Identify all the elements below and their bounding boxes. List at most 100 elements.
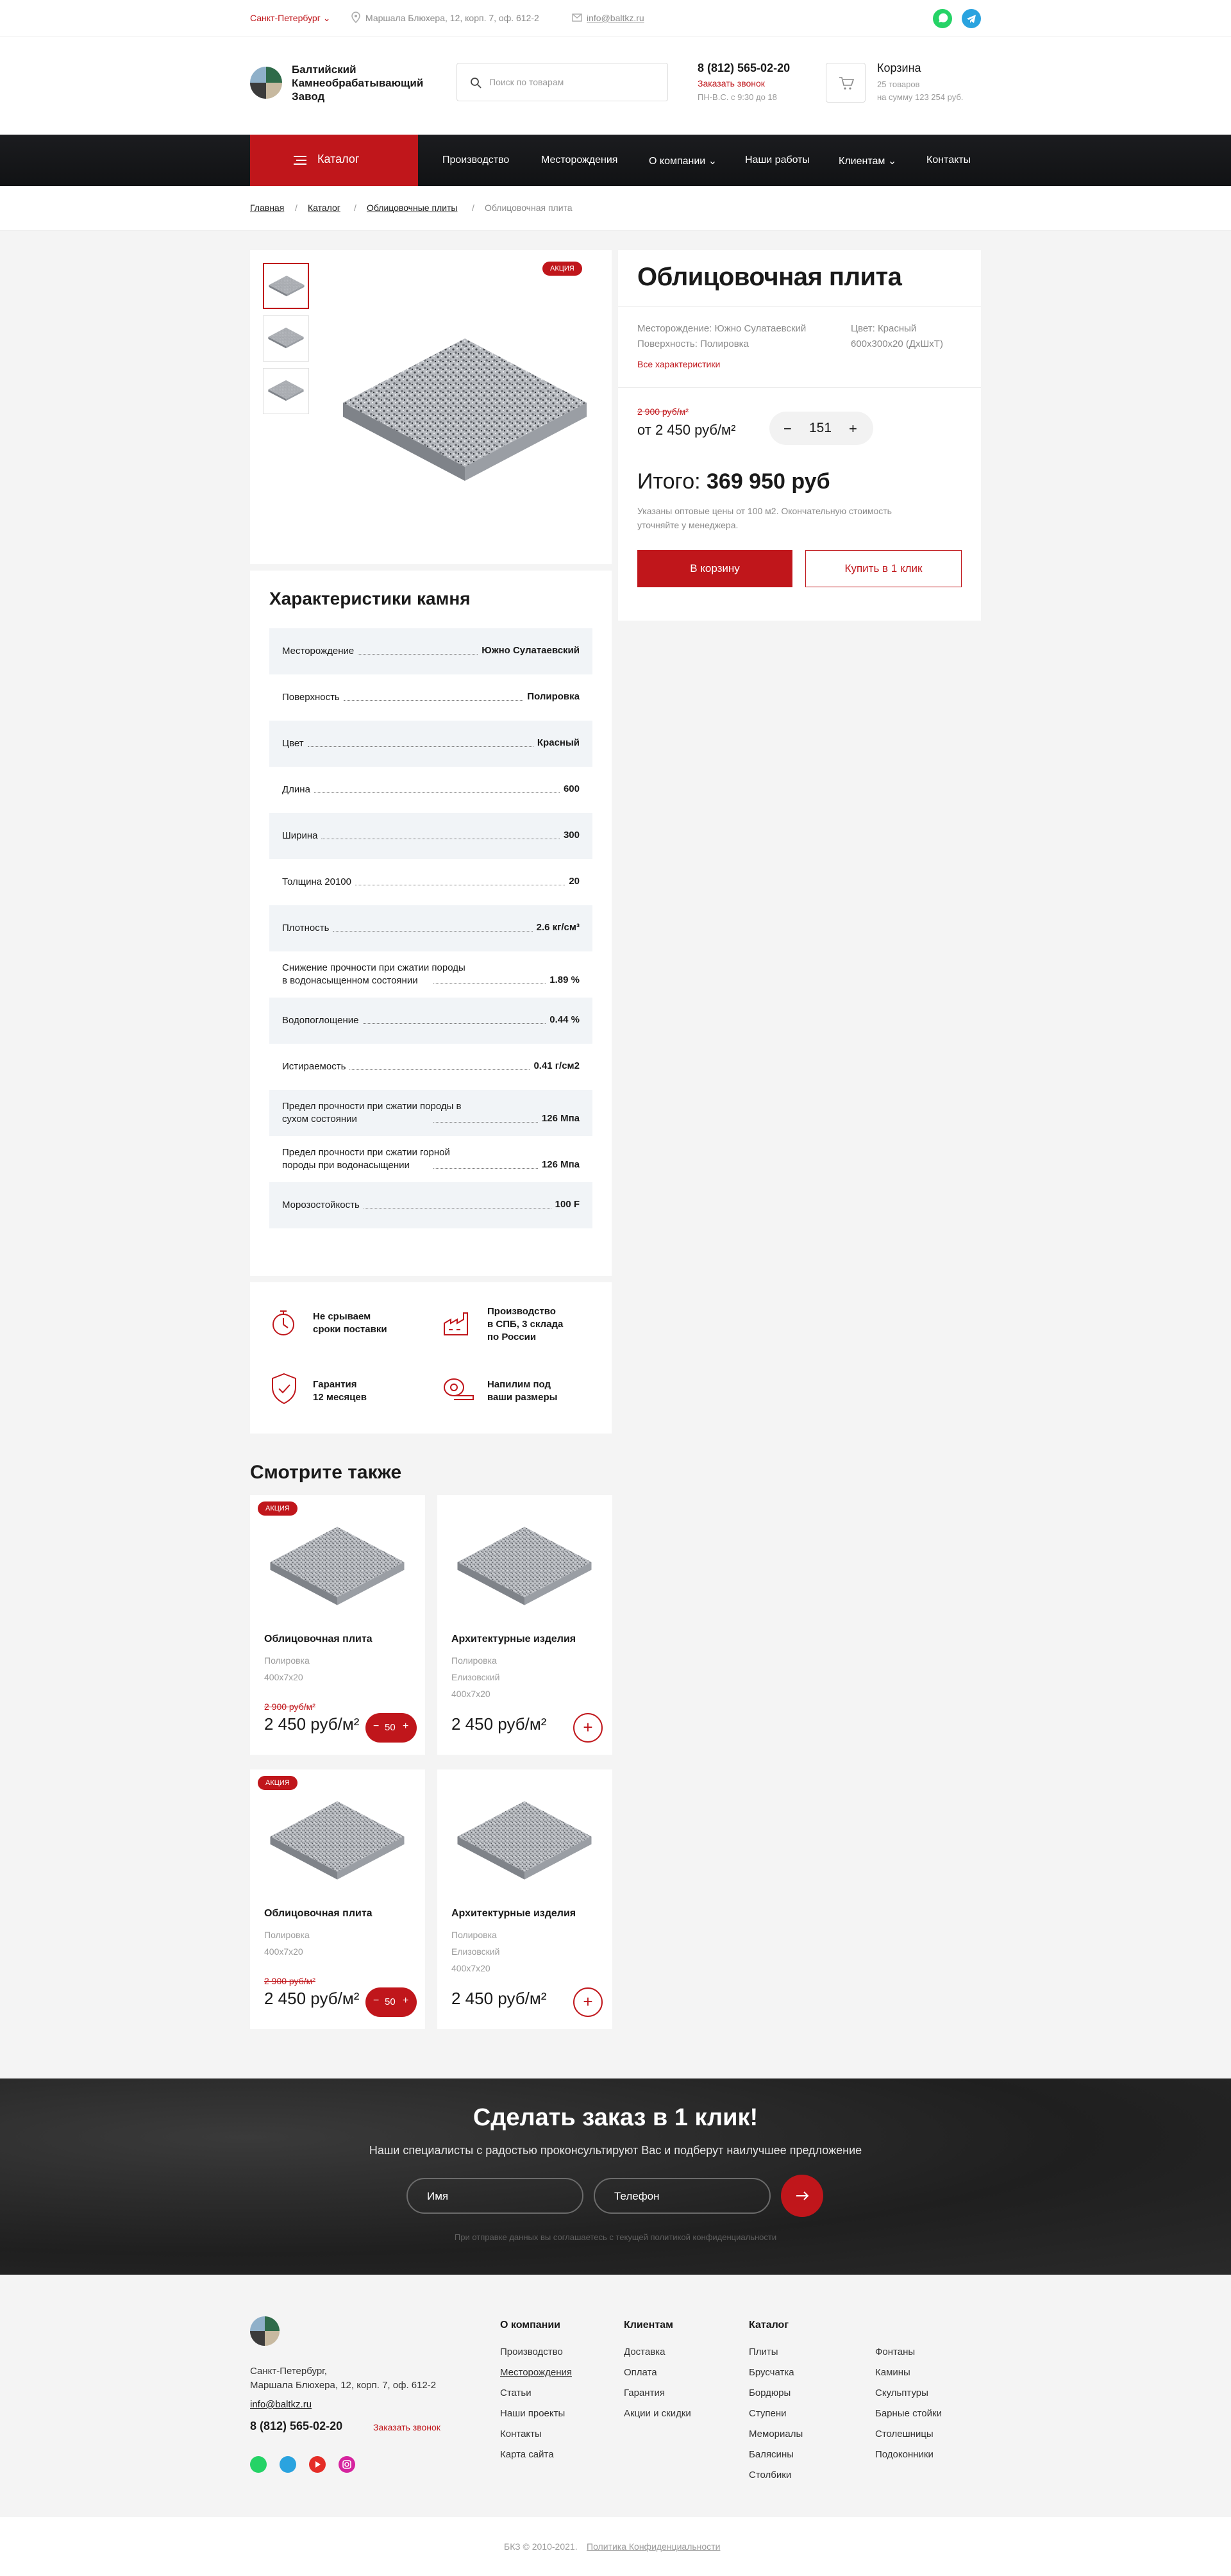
qty-value[interactable]: 151 bbox=[809, 421, 832, 436]
company-logo[interactable] bbox=[250, 67, 282, 99]
spec-row: Толщина 20100 20 bbox=[269, 859, 592, 905]
breadcrumb-catalog[interactable]: Каталог bbox=[308, 203, 340, 213]
price-note: Указаны оптовые цены от 100 м2. Окончате… bbox=[637, 506, 892, 530]
footer-link[interactable]: Балясины bbox=[749, 2449, 794, 2460]
phone-input[interactable]: Телефон bbox=[594, 2178, 771, 2214]
product-card[interactable]: АКЦИЯ Облицовочная плита Полировка 400х7х20… bbox=[250, 1495, 425, 1755]
spec-value: 600 bbox=[563, 783, 580, 794]
old-price: 2 900 руб/м² bbox=[637, 406, 689, 417]
nav-label: Клиентам bbox=[839, 156, 885, 167]
footer-link[interactable]: Ступени bbox=[749, 2408, 787, 2419]
company-name[interactable]: Балтийский Камнеобрабатывающий Завод bbox=[292, 63, 439, 103]
total-value: 369 950 руб bbox=[707, 469, 830, 494]
all-characteristics-link[interactable]: Все характеристики bbox=[637, 359, 720, 369]
footer-link[interactable]: Столбики bbox=[749, 2470, 791, 2480]
telegram-icon[interactable] bbox=[962, 9, 981, 28]
telegram-icon[interactable] bbox=[280, 2456, 296, 2473]
product-main-image[interactable] bbox=[337, 332, 593, 486]
card-product-name[interactable]: Архитектурные изделия bbox=[451, 1908, 576, 1919]
nav-item-contacts[interactable]: Контакты bbox=[926, 155, 971, 166]
city-selector[interactable]: Санкт-Петербург ⌄ bbox=[250, 13, 330, 24]
footer-link[interactable]: Контакты bbox=[500, 2429, 542, 2439]
footer-link[interactable]: Мемориалы bbox=[749, 2429, 803, 2439]
footer-link[interactable]: Брусчатка bbox=[749, 2367, 794, 2378]
qty-value[interactable]: 50 bbox=[385, 1722, 396, 1733]
footer-logo[interactable] bbox=[250, 2316, 280, 2346]
footer-link[interactable]: Акции и скидки bbox=[624, 2408, 691, 2419]
card-price: 2 450 руб/м² bbox=[264, 1989, 360, 2008]
card-product-image[interactable] bbox=[454, 1795, 595, 1885]
whatsapp-icon[interactable] bbox=[933, 9, 952, 28]
footer-link[interactable]: Подоконники bbox=[875, 2449, 934, 2460]
main-nav: Каталог Производство Месторождения О ком… bbox=[0, 135, 1231, 186]
spec-value: 0.44 % bbox=[549, 1014, 580, 1025]
add-to-cart-button[interactable]: + bbox=[573, 1713, 603, 1743]
product-card[interactable]: АКЦИЯ Облицовочная плита Полировка 400х7х20… bbox=[250, 1769, 425, 2029]
callback-link[interactable]: Заказать звонок bbox=[698, 78, 765, 88]
footer-link[interactable]: Карта сайта bbox=[500, 2449, 554, 2460]
total-label: Итого: bbox=[637, 469, 701, 494]
qty-plus-button[interactable]: + bbox=[849, 421, 857, 437]
footer-link[interactable]: Плиты bbox=[749, 2346, 778, 2357]
header-phone[interactable]: 8 (812) 565-02-20 bbox=[698, 62, 790, 75]
card-product-name[interactable]: Облицовочная плита bbox=[264, 1908, 373, 1919]
qty-minus-button[interactable]: − bbox=[373, 1721, 379, 1732]
card-product-details: Полировка Елизовский 400х7х20 bbox=[451, 1652, 499, 1702]
gallery-thumbnail[interactable] bbox=[263, 263, 309, 309]
footer-link[interactable]: Фонтаны bbox=[875, 2346, 915, 2357]
product-card[interactable]: Архитектурные изделия Полировка Елизовский… bbox=[437, 1769, 612, 2029]
footer-link[interactable]: Бордюры bbox=[749, 2388, 791, 2398]
nav-item-about[interactable]: О компании ⌄ bbox=[649, 155, 717, 167]
gallery-thumbnail[interactable] bbox=[263, 368, 309, 414]
footer-link[interactable]: Производство bbox=[500, 2346, 563, 2357]
footer-link[interactable]: Месторождения bbox=[500, 2367, 572, 2378]
nav-item-production[interactable]: Производство bbox=[442, 155, 509, 166]
whatsapp-icon[interactable] bbox=[250, 2456, 267, 2473]
footer-link[interactable]: Оплата bbox=[624, 2367, 657, 2378]
qty-plus-button[interactable]: + bbox=[403, 1995, 408, 2007]
gallery-thumbnail[interactable] bbox=[263, 315, 309, 362]
instagram-icon[interactable] bbox=[339, 2456, 355, 2473]
nav-item-clients[interactable]: Клиентам ⌄ bbox=[839, 155, 896, 167]
footer-link[interactable]: Гарантия bbox=[624, 2388, 665, 2398]
breadcrumb-home[interactable]: Главная bbox=[250, 203, 284, 213]
footer-link[interactable]: Статьи bbox=[500, 2388, 532, 2398]
footer-phone[interactable]: 8 (812) 565-02-20 bbox=[250, 2420, 342, 2433]
youtube-icon[interactable] bbox=[309, 2456, 326, 2473]
qty-minus-button[interactable]: − bbox=[783, 421, 792, 437]
cart-button[interactable] bbox=[826, 63, 866, 103]
spec-row: Снижение прочности при сжатии породы в в… bbox=[269, 951, 592, 998]
card-product-image[interactable] bbox=[267, 1521, 408, 1610]
card-product-name[interactable]: Архитектурные изделия bbox=[451, 1634, 576, 1645]
card-product-image[interactable] bbox=[267, 1795, 408, 1885]
footer-link[interactable]: Камины bbox=[875, 2367, 910, 2378]
card-product-image[interactable] bbox=[454, 1521, 595, 1610]
spec-row: Предел прочности при сжатии горной пород… bbox=[269, 1136, 592, 1182]
buy-one-click-button[interactable]: Купить в 1 клик bbox=[805, 550, 962, 587]
footer-email[interactable]: info@baltkz.ru bbox=[250, 2399, 312, 2410]
breadcrumb-category[interactable]: Облицовочные плиты bbox=[367, 203, 457, 213]
product-color: Цвет: Красный bbox=[851, 323, 917, 334]
name-input[interactable]: Имя bbox=[406, 2178, 583, 2214]
qty-plus-button[interactable]: + bbox=[403, 1721, 408, 1732]
nav-item-deposits[interactable]: Месторождения bbox=[541, 155, 617, 166]
footer-link[interactable]: Наши проекты bbox=[500, 2408, 565, 2419]
footer-link[interactable]: Скульптуры bbox=[875, 2388, 928, 2398]
top-email-link[interactable]: info@baltkz.ru bbox=[587, 13, 644, 23]
search-input[interactable]: Поиск по товарам bbox=[456, 63, 668, 101]
card-product-name[interactable]: Облицовочная плита bbox=[264, 1634, 373, 1645]
footer-callback-link[interactable]: Заказать звонок bbox=[373, 2422, 440, 2432]
nav-item-works[interactable]: Наши работы bbox=[745, 155, 810, 166]
submit-order-button[interactable] bbox=[781, 2175, 823, 2217]
cart-title[interactable]: Корзина bbox=[877, 62, 921, 75]
footer-link[interactable]: Доставка bbox=[624, 2346, 665, 2357]
add-to-cart-button[interactable]: В корзину bbox=[637, 550, 792, 587]
privacy-policy-link[interactable]: Политика Конфиденциальности bbox=[587, 2541, 720, 2552]
catalog-button[interactable]: Каталог bbox=[250, 135, 418, 186]
footer-link[interactable]: Столешницы bbox=[875, 2429, 934, 2439]
footer-link[interactable]: Барные стойки bbox=[875, 2408, 942, 2419]
qty-minus-button[interactable]: − bbox=[373, 1995, 379, 2007]
add-to-cart-button[interactable]: + bbox=[573, 1987, 603, 2017]
product-card[interactable]: Архитектурные изделия Полировка Елизовский… bbox=[437, 1495, 612, 1755]
qty-value[interactable]: 50 bbox=[385, 1996, 396, 2007]
